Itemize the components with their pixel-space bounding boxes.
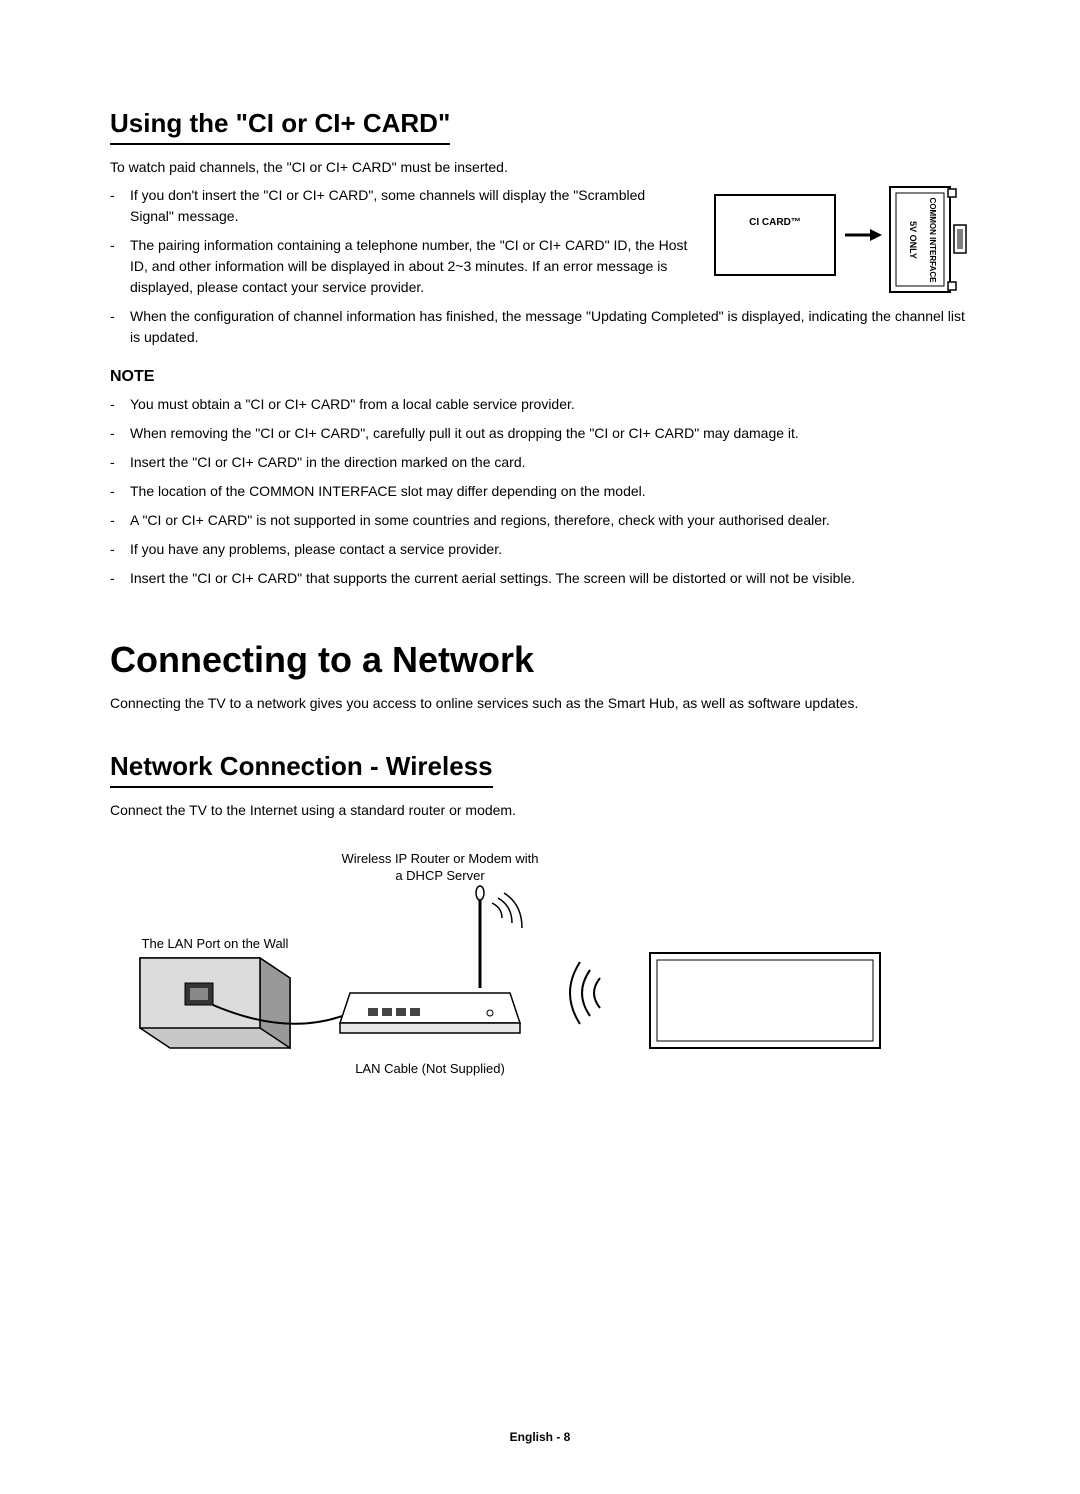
wifi-signal-icon [570,962,600,1024]
network-diagram: Wireless IP Router or Modem with a DHCP … [110,848,970,1078]
intro-text: To watch paid channels, the "CI or CI+ C… [110,159,970,175]
bullet-list-main: If you don't insert the "CI or CI+ CARD"… [110,185,690,298]
sub-section-title: Network Connection - Wireless [110,751,493,788]
note-list: You must obtain a "CI or CI+ CARD" from … [110,394,970,589]
sub-intro: Connect the TV to the Internet using a s… [110,802,970,818]
main-heading: Connecting to a Network [110,639,970,681]
bullet-item: The pairing information containing a tel… [110,235,690,298]
section-network: Connecting to a Network Connecting the T… [110,639,970,1083]
router-label-line2: a DHCP Server [395,868,485,883]
tv-icon [650,953,880,1048]
bullet-item: If you have any problems, please contact… [110,539,970,560]
page-footer: English - 8 [0,1430,1080,1444]
bullet-item: A "CI or CI+ CARD" is not supported in s… [110,510,970,531]
lan-cable-label: LAN Cable (Not Supplied) [355,1061,505,1076]
bullet-item: The location of the COMMON INTERFACE slo… [110,481,970,502]
router-icon [340,886,522,1033]
slot-5v-label: 5V ONLY [908,221,918,259]
note-heading: NOTE [110,368,970,386]
router-label-line1: Wireless IP Router or Modem with [342,851,539,866]
bullet-item: When the configuration of channel inform… [110,306,970,348]
lan-port-label: The LAN Port on the Wall [142,936,289,951]
ci-card-diagram: CI CARD™ 5V ONLY COMMON INTERFACE [710,185,970,305]
section-ci-card: Using the "CI or CI+ CARD" To watch paid… [110,108,970,589]
bullet-item: Insert the "CI or CI+ CARD" in the direc… [110,452,970,473]
bullet-list-continued: When the configuration of channel inform… [110,306,970,348]
bullet-item: Insert the "CI or CI+ CARD" that support… [110,568,970,589]
slot-ci-label: COMMON INTERFACE [928,198,937,284]
bullet-item: If you don't insert the "CI or CI+ CARD"… [110,185,690,227]
bullet-item: You must obtain a "CI or CI+ CARD" from … [110,394,970,415]
section-title: Using the "CI or CI+ CARD" [110,108,450,145]
network-intro: Connecting the TV to a network gives you… [110,695,970,711]
wall-plate-icon [140,958,290,1048]
ci-card-label: CI CARD™ [749,217,801,228]
bullet-item: When removing the "CI or CI+ CARD", care… [110,423,970,444]
